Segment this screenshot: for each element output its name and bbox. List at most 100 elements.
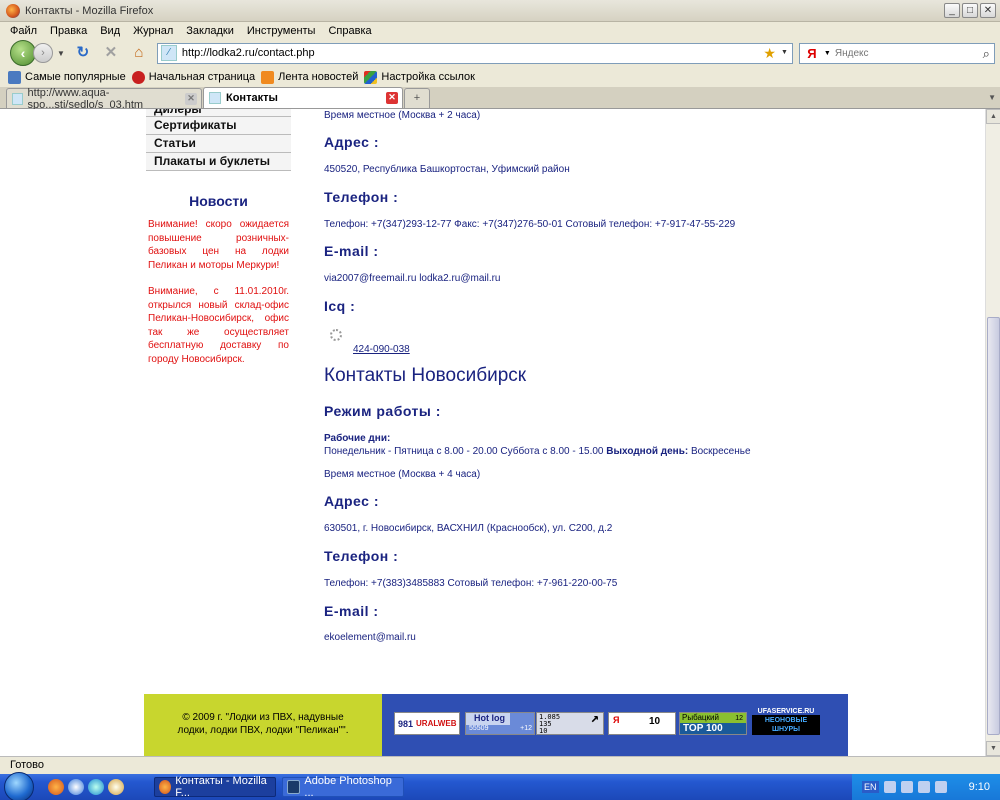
nsk-heading: Контакты Новосибирск: [324, 365, 527, 386]
scroll-up-icon[interactable]: ▲: [986, 109, 1000, 124]
close-tab-icon[interactable]: ✕: [185, 93, 197, 105]
menu-tools[interactable]: Инструменты: [247, 25, 316, 37]
tray-network-icon[interactable]: [883, 781, 896, 793]
footer-copyright: © 2009 г. "Лодки из ПВХ, надувные лодки,…: [144, 694, 382, 756]
tray-security-icon[interactable]: [917, 781, 930, 793]
quick-launch: [48, 779, 124, 795]
firefox-launch-icon[interactable]: [48, 779, 64, 795]
tab-contacts[interactable]: Контакты ✕: [203, 87, 403, 108]
url-bar[interactable]: ⁄ http://lodka2.ru/contact.php ★ ▼: [156, 42, 793, 64]
search-input[interactable]: [834, 47, 975, 59]
uralweb-counter[interactable]: 981 URALWEB: [394, 712, 460, 735]
mail-launch-icon[interactable]: [108, 779, 124, 795]
navigation-toolbar: ‹ › ▼ ↻ ✕ ⌂ ⁄ http://lodka2.ru/contact.p…: [0, 39, 1000, 67]
tab-list-dropdown-icon[interactable]: ▼: [988, 93, 996, 102]
yandex-counter[interactable]: Я 10: [608, 712, 676, 735]
reload-icon[interactable]: ↻: [73, 43, 93, 63]
nsk-phone-heading: Телефон :: [324, 548, 399, 564]
media-player-icon[interactable]: [68, 779, 84, 795]
menu-bookmarks[interactable]: Закладки: [186, 25, 234, 37]
hotlog-counter[interactable]: Hot log 55509 +12: [465, 712, 535, 735]
new-tab-button[interactable]: +: [404, 88, 430, 108]
bookmark-news-feed[interactable]: Лента новостей: [261, 70, 358, 84]
start-button[interactable]: [4, 772, 34, 800]
menu-help[interactable]: Справка: [328, 25, 371, 37]
menu-edit[interactable]: Правка: [50, 25, 87, 37]
close-tab-icon[interactable]: ✕: [386, 92, 398, 104]
ufaservice-banner[interactable]: UFASERVICE.RU НЕОНОВЫЕ ШНУРЫ: [752, 708, 820, 736]
news-item: Внимание! скоро ожидается повышение розн…: [148, 219, 289, 271]
nsk-workdays-label: Рабочие дни:: [324, 433, 391, 444]
yandex-logo-icon[interactable]: Я: [800, 46, 824, 61]
photoshop-icon: [287, 780, 301, 794]
browser-launch-icon[interactable]: [88, 779, 104, 795]
nsk-address: 630501, г. Новосибирск, ВАСХНИЛ (Красноо…: [324, 523, 613, 534]
clock[interactable]: 9:10: [969, 781, 990, 793]
sidebar-item-certificates[interactable]: Сертификаты: [146, 117, 291, 135]
page-icon: [12, 92, 23, 105]
ufa-local-time: Время местное (Москва + 2 часа): [324, 110, 481, 121]
bookmarks-toolbar: Самые популярные Начальная страница Лент…: [0, 67, 1000, 87]
search-engine-dropdown-icon[interactable]: ▼: [824, 50, 831, 57]
home-icon[interactable]: ⌂: [129, 43, 149, 63]
stop-icon[interactable]: ✕: [101, 43, 121, 63]
taskbar-photoshop[interactable]: Adobe Photoshop ...: [282, 775, 404, 799]
nsk-hours-heading: Режим работы :: [324, 403, 441, 419]
bookmark-most-visited[interactable]: Самые популярные: [8, 70, 126, 84]
ufa-phone-heading: Телефон :: [324, 189, 399, 205]
scroll-down-icon[interactable]: ▼: [986, 741, 1000, 756]
tray-volume-icon[interactable]: [900, 781, 913, 793]
icq-link-wrap: 424-090-038: [324, 329, 414, 355]
window-titlebar[interactable]: Контакты - Mozilla Firefox _ □ ✕: [0, 0, 1000, 22]
maximize-button[interactable]: □: [962, 3, 978, 18]
page-viewport[interactable]: Дилеры Сертификаты Статьи Плакаты и букл…: [0, 109, 985, 756]
taskbar-firefox[interactable]: Контакты - Mozilla F...: [154, 775, 276, 799]
ufa-email: via2007@freemail.ru lodka2.ru@mail.ru: [324, 273, 501, 284]
status-text: Готово: [10, 759, 44, 771]
sidebar-item-articles[interactable]: Статьи: [146, 135, 291, 153]
windows-flag-icon: [364, 70, 378, 84]
url-dropdown-icon[interactable]: ▼: [781, 49, 788, 56]
tray-app-icon[interactable]: [934, 781, 947, 793]
tab-aqua-sport[interactable]: http://www.aqua-spo...sti/sedlo/s_03.htm…: [6, 87, 202, 111]
history-dropdown-icon[interactable]: ▼: [57, 49, 65, 58]
minimize-button[interactable]: _: [944, 3, 960, 18]
language-indicator[interactable]: EN: [862, 781, 879, 793]
sidebar-item-dealers[interactable]: Дилеры: [146, 109, 291, 117]
search-icon[interactable]: ⌕: [983, 46, 990, 62]
forward-button[interactable]: ›: [33, 43, 53, 63]
news-item: Внимание, с 11.01.2010г. открылся новый …: [148, 286, 289, 365]
url-text[interactable]: http://lodka2.ru/contact.php: [182, 47, 315, 59]
arrow-icon: ↗: [590, 712, 599, 726]
site-favicon-icon: ⁄: [160, 45, 177, 61]
icq-flower-icon: [330, 329, 342, 341]
nsk-local-time: Время местное (Москва + 4 часа): [324, 469, 481, 480]
icq-link[interactable]: 424-090-038: [324, 344, 410, 355]
bookmarks-folder-icon: [8, 70, 21, 84]
bookmark-star-icon[interactable]: ★: [763, 45, 776, 62]
ufa-icq-heading: Icq :: [324, 298, 356, 314]
nsk-email-heading: E-mail :: [324, 603, 379, 619]
bookmark-start-page[interactable]: Начальная страница: [131, 70, 255, 84]
sidebar-item-posters[interactable]: Плакаты и буклеты: [146, 153, 291, 171]
counters-bar: 981 URALWEB Hot log 55509 +12 1.085 135 …: [382, 694, 848, 756]
windows-taskbar: Контакты - Mozilla F... Adobe Photoshop …: [0, 772, 1000, 800]
site-favicon-icon: [209, 92, 221, 104]
menu-history[interactable]: Журнал: [133, 25, 173, 37]
vertical-scrollbar[interactable]: ▲ ▼: [985, 109, 1000, 756]
firefox-icon: [159, 780, 172, 794]
scroll-thumb[interactable]: [987, 317, 1000, 735]
news-title: Новости: [189, 193, 248, 209]
rybak-top100-counter[interactable]: Рыбацкий TOP 100 12: [679, 712, 747, 735]
status-bar: Готово: [0, 756, 1000, 774]
nsk-workdays: Понедельник - Пятница с 8.00 - 20.00 Суб…: [324, 446, 604, 457]
menu-bar: Файл Правка Вид Журнал Закладки Инструме…: [0, 22, 1000, 39]
page-footer: © 2009 г. "Лодки из ПВХ, надувные лодки,…: [144, 694, 848, 756]
stats-counter[interactable]: 1.085 135 10 ↗: [536, 712, 604, 735]
close-window-button[interactable]: ✕: [980, 3, 996, 18]
sidebar: Дилеры Сертификаты Статьи Плакаты и букл…: [146, 109, 291, 379]
menu-file[interactable]: Файл: [10, 25, 37, 37]
bookmark-customize-links[interactable]: Настройка ссылок: [364, 70, 475, 84]
menu-view[interactable]: Вид: [100, 25, 120, 37]
search-bar[interactable]: Я ▼ ⌕: [798, 42, 995, 64]
